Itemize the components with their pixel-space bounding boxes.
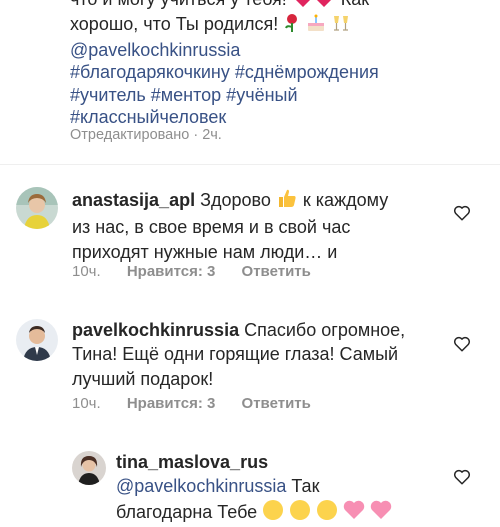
birthday-cake-emoji: [306, 13, 326, 38]
post-caption: что и могу учиться у тебя! Как хорошо, ч…: [70, 0, 490, 128]
two-hearts-emoji: [343, 499, 365, 527]
comment-meta: 10ч. Нравится: 3 Ответить: [72, 395, 333, 412]
caption-text-1: хорошо, что Ты родился!: [70, 14, 279, 35]
comment-username[interactable]: tina_maslova_rus: [116, 452, 268, 472]
edited-timestamp: Отредактировано · 2ч.: [70, 127, 222, 143]
clinking-glasses-emoji: [331, 13, 351, 38]
caption-hashtags-2[interactable]: #учитель #ментор #учёный: [70, 84, 490, 106]
comment-text-line-2: благодарна Тебе: [116, 501, 258, 522]
reply-button[interactable]: Ответить: [242, 395, 311, 412]
comment-username[interactable]: pavelkochkinrussia: [72, 320, 239, 340]
avatar[interactable]: [72, 451, 106, 485]
comment-body: tina_maslova_rus @pavelkochkinrussia Так…: [116, 450, 446, 527]
comment-text-line-3: лучший подарок!: [72, 368, 214, 389]
comment-text-line-1-tail: Так: [291, 476, 320, 497]
comment-meta: 10ч. Нравится: 3 Ответить: [72, 263, 333, 280]
hearts-emoji: [292, 0, 336, 13]
caption-hashtags-3[interactable]: #классныйчеловек: [70, 106, 490, 128]
comment-text-line-1: Здорово: [200, 190, 271, 210]
comment-body: anastasija_apl Здорово к каждому из нас,…: [72, 187, 442, 264]
caption-mention[interactable]: @pavelkochkinrussia: [70, 39, 490, 61]
smiling-face-emoji: [316, 499, 338, 527]
comment-likes[interactable]: Нравится: 3: [127, 263, 216, 280]
comment-text-line-1-tail: к каждому: [302, 190, 389, 210]
caption-hashtags-1[interactable]: #благодарякочкину #сднёмрождения: [70, 61, 490, 83]
comment-text-line-3: приходят нужные нам люди… и: [72, 241, 338, 262]
comment-mention[interactable]: @pavelkochkinrussia: [116, 476, 286, 496]
heart-icon[interactable]: [453, 335, 471, 353]
comment-text-line-1: Спасибо огромное,: [244, 320, 406, 340]
two-hearts-emoji: [370, 499, 392, 527]
heart-icon[interactable]: [453, 204, 471, 222]
avatar[interactable]: [16, 319, 58, 361]
comment-time: 10ч.: [72, 263, 101, 280]
smiling-face-emoji: [262, 499, 284, 527]
caption-line-0: что и могу учиться у тебя! Как: [70, 0, 490, 13]
avatar[interactable]: [16, 187, 58, 229]
caption-divider: [0, 164, 500, 165]
comment-text-line-2: из нас, в свое время и в свой час: [72, 217, 351, 238]
caption-line-1: хорошо, что Ты родился!: [70, 13, 490, 38]
comment-username[interactable]: anastasija_apl: [72, 190, 195, 210]
comment-text-line-2: Тина! Ещё одни горящие глаза! Самый: [72, 344, 399, 365]
caption-text-0: что и могу учиться у тебя!: [70, 0, 287, 9]
thumbs-up-emoji: [276, 187, 298, 215]
comment-likes[interactable]: Нравится: 3: [127, 395, 216, 412]
caption-text-0-tail: Как: [341, 0, 369, 9]
heart-icon[interactable]: [453, 468, 471, 486]
comment-time: 10ч.: [72, 395, 101, 412]
comment-body: pavelkochkinrussia Спасибо огромное, Тин…: [72, 318, 442, 391]
rose-emoji: [283, 13, 301, 38]
smiling-face-emoji: [289, 499, 311, 527]
reply-button[interactable]: Ответить: [242, 263, 311, 280]
